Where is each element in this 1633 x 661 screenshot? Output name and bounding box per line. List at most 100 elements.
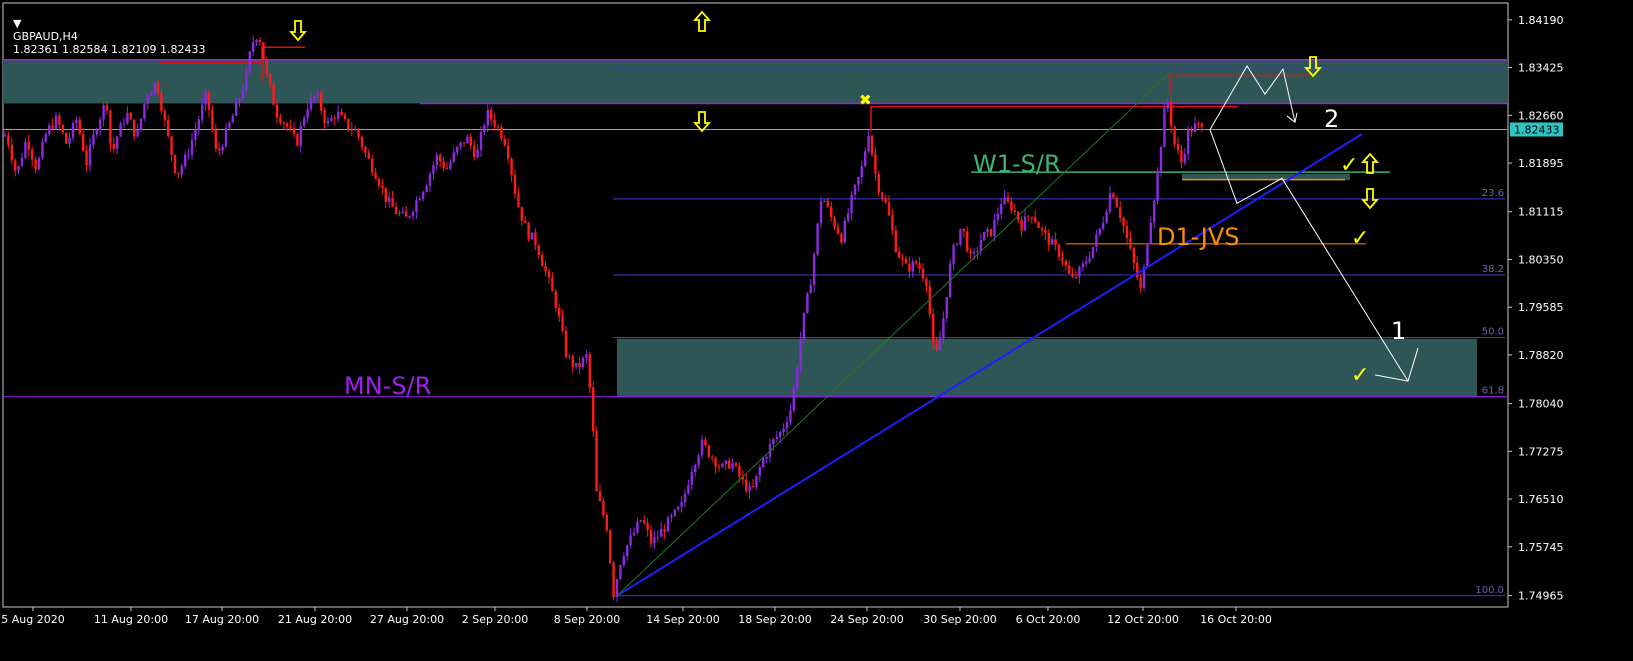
candle-body <box>150 92 153 96</box>
candle-body <box>717 466 721 468</box>
candle-body <box>707 445 710 457</box>
candle-body <box>830 206 833 218</box>
y-tick-label: 1.74965 <box>1518 589 1564 602</box>
candle-body <box>772 439 775 445</box>
candle-body <box>925 278 928 287</box>
candle-body <box>24 141 27 158</box>
candle-body <box>306 109 309 119</box>
candle-body <box>238 98 241 103</box>
candle-body <box>432 164 435 174</box>
arrow-up-icon <box>693 10 711 32</box>
candle-body <box>381 185 384 188</box>
candle-body <box>476 149 479 158</box>
candle-body <box>993 219 996 237</box>
candle-body <box>7 135 10 145</box>
candle-body <box>479 132 483 150</box>
candle-body <box>877 173 880 193</box>
candle-body <box>881 192 884 199</box>
candle-body <box>782 428 785 433</box>
y-tick-label: 1.81895 <box>1518 157 1564 170</box>
chart-header: ▼ GBPAUD,H4 1.82361 1.82584 1.82109 1.82… <box>6 4 205 56</box>
candle-body <box>785 422 789 429</box>
candle-body <box>190 139 194 155</box>
d1-level-label: D1-JVS <box>1157 223 1239 251</box>
candle-body <box>1108 193 1112 212</box>
candle-body <box>955 244 959 246</box>
candle-body <box>585 354 588 358</box>
chart-area[interactable]: 23.6 38.2 50.0 61.8 100.0 2 1 MN-S/R W1-S/R D1-JV… <box>0 0 1633 657</box>
candle-body <box>983 232 986 241</box>
candle-body <box>221 146 224 151</box>
candle-body <box>745 479 748 492</box>
x-tick-label: 27 Aug 20:00 <box>370 613 444 626</box>
candle-body <box>354 129 357 131</box>
candle-body <box>296 134 299 146</box>
x-tick-label: 14 Sep 20:00 <box>646 613 719 626</box>
candle-body <box>1006 197 1010 202</box>
x-tick-label: 8 Sep 20:00 <box>554 613 620 626</box>
candle-body <box>1149 222 1152 244</box>
candle-body <box>775 436 778 440</box>
candle-body <box>292 128 296 135</box>
candle-body <box>1013 210 1016 212</box>
candle-body <box>660 529 663 537</box>
candle-body <box>612 562 615 598</box>
candle-body <box>1146 243 1149 267</box>
candle-body <box>187 154 190 156</box>
dropdown-triangle-icon[interactable]: ▼ <box>13 17 21 30</box>
candle-body <box>541 254 544 266</box>
candle-body <box>58 115 61 125</box>
price-chart[interactable]: 23.6 38.2 50.0 61.8 100.0 2 1 MN-S/R W1-S/R D1-JV… <box>0 0 1633 657</box>
candle-body <box>360 136 364 148</box>
candle-body <box>592 387 595 432</box>
lower-zone <box>617 338 1477 397</box>
candle-body <box>1187 129 1190 154</box>
candle-body <box>1200 123 1203 127</box>
candle-body <box>575 363 578 367</box>
candle-body <box>857 177 860 185</box>
candle-body <box>816 223 819 255</box>
candle-body <box>105 105 109 111</box>
candle-body <box>704 439 707 446</box>
y-tick-label: 1.84190 <box>1518 14 1564 27</box>
candle-body <box>792 388 795 411</box>
candle-body <box>680 502 683 507</box>
x-tick-label: 21 Aug 20:00 <box>278 613 352 626</box>
candle-body <box>473 145 476 158</box>
candle-body <box>1183 153 1186 163</box>
fib-label: 61.8 <box>1482 386 1504 397</box>
candle-body <box>3 135 7 137</box>
candle-body <box>826 201 829 207</box>
candle-body <box>1102 222 1105 229</box>
projection-label-2: 2 <box>1324 105 1339 133</box>
candle-body <box>313 95 316 98</box>
candle-body <box>673 509 676 516</box>
candle-body <box>51 125 54 129</box>
fib-diagonal-line <box>616 71 1171 597</box>
candle-body <box>224 127 228 147</box>
candle-body <box>388 197 391 202</box>
candle-body <box>847 213 850 221</box>
candle-body <box>136 129 139 137</box>
candle-body <box>309 97 313 110</box>
candle-body <box>986 228 989 233</box>
candle-body <box>194 129 197 140</box>
candle-body <box>1105 211 1108 223</box>
candle-body <box>1068 265 1071 274</box>
candle-body <box>34 159 37 170</box>
candle-body <box>1010 201 1013 211</box>
candle-body <box>452 152 455 162</box>
candle-body <box>843 220 846 243</box>
x-tick-label: 2 Sep 20:00 <box>462 613 528 626</box>
candle-body <box>758 466 761 476</box>
candle-body <box>731 463 734 469</box>
candle-body <box>687 485 690 494</box>
candle-body <box>503 138 506 146</box>
candle-body <box>649 530 653 544</box>
candle-body <box>173 154 177 173</box>
candle-body <box>537 245 540 255</box>
candle-body <box>646 523 649 531</box>
x-tick-label: 17 Aug 20:00 <box>185 613 259 626</box>
current-price-label: 1.82433 <box>1514 123 1560 136</box>
candle-body <box>666 517 670 532</box>
